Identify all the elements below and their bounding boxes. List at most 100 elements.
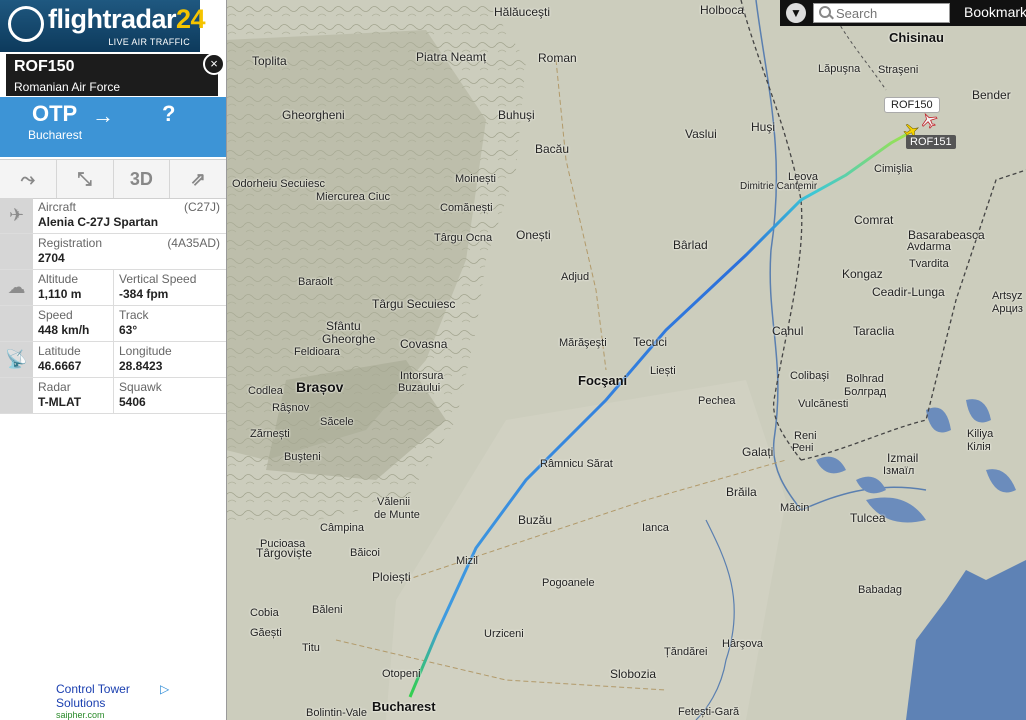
city-label: Toplita [252,54,287,68]
city-label: Lăpuşna [818,63,861,75]
city-label: Bârlad [673,238,708,252]
latitude-label: Latitude [38,344,81,358]
chevron-down-icon[interactable]: ▼ [786,3,806,23]
ad-url[interactable]: saipher.com [56,710,216,720]
ad-title-2[interactable]: Solutions [56,696,216,710]
city-label: Băleni [312,604,343,616]
city-label: Brăila [726,485,757,499]
registration-code: (4A35AD) [167,236,220,250]
share-icon[interactable]: ⇗ [170,160,226,198]
city-label: Bolintin-Vale [306,707,367,719]
longitude-label: Longitude [119,344,172,358]
city-label: de Munte [374,509,420,521]
city-label: Câmpina [320,522,365,534]
flight-tag-secondary[interactable]: ROF151 [906,135,956,149]
cloud-icon: ☁ [0,270,33,305]
city-label: Vălenii [377,496,411,508]
city-label: Săcele [320,416,354,428]
collapse-icon[interactable]: ⤡ [57,160,114,198]
city-label: Comrat [854,213,894,227]
ad-choices-icon[interactable]: ▷ [160,682,169,696]
city-label: Feldioara [294,346,340,358]
city-label: Sfântu [326,319,361,333]
flight-tag-primary[interactable]: ROF150 [884,97,940,113]
sidebar: flightradar24 LIVE AIR TRAFFIC ROF150 Ro… [0,0,227,720]
city-label: Băicoi [350,547,380,559]
city-label: Zărnești [250,428,290,440]
three-d-button[interactable]: 3D [114,160,171,198]
registration-value: 2704 [38,251,65,265]
city-label: Babadag [858,584,903,596]
longitude-value: 28.8423 [119,359,163,373]
city-label: Odorheiu Secuiesc [232,178,325,190]
route-panel: OTP Bucharest → ? [0,97,226,157]
city-label: Focşani [578,373,628,388]
route-icon[interactable]: ⤳ [0,160,57,198]
gutter [0,234,33,269]
city-label: Ceadir-Lunga [872,285,945,299]
search-input[interactable] [813,3,950,23]
city-label: Comănești [440,202,493,214]
city-label: Buhuşi [498,108,535,122]
aircraft-label: Aircraft [38,200,77,214]
origin-city: Bucharest [28,128,83,142]
city-label: Bender [972,88,1011,102]
city-label: Buzău [518,513,553,527]
city-label: Artsyz [992,290,1023,302]
city-label: Izmail [887,451,919,465]
radar-label: Radar [38,380,71,394]
city-label: Buşteni [284,451,321,463]
city-label: Straşeni [878,64,919,76]
city-label: Cahul [772,324,804,338]
city-label: Piatra Neamț [416,50,487,64]
map-view[interactable]: ROF150 ROF151 Hălăuceşti Holboca Chisina… [226,0,1026,720]
speed-label: Speed [38,308,73,322]
city-label: Avdarma [907,241,951,253]
bookmarks-link[interactable]: Bookmark [964,4,1026,20]
city-label: Mizil [456,555,478,567]
city-label: Galați [742,445,774,459]
city-label: Taraclia [853,324,895,338]
ad-title[interactable]: Control Tower [56,682,216,696]
vertical-speed-value: -384 fpm [119,287,169,301]
city-label: Huşi [751,120,776,134]
city-label: Titu [302,642,320,654]
city-label: Măcin [780,502,810,514]
aircraft-icon: ✈ [0,198,33,233]
track-value: 63° [119,323,138,337]
aircraft-value: Alenia C-27J Spartan [38,215,159,229]
origin-code: OTP [32,101,78,126]
city-label: Tulcea [850,511,886,525]
aircraft-code: (C27J) [183,200,220,214]
city-label: Târgoviște [256,546,313,560]
city-label: Pechea [698,395,736,407]
city-label: Buzaului [398,382,441,394]
city-label: Covasna [400,337,448,351]
route-arrow-icon: → [92,103,114,128]
gutter [0,306,33,341]
city-label: Urziceni [484,628,524,640]
city-label: Basarabeasca [908,228,985,242]
city-label: Reni [794,430,817,442]
brand-title: flightradar24 [48,4,206,34]
speed-value: 448 km/h [38,323,90,337]
city-label: Kongaz [842,267,883,281]
city-label: Baraolt [298,276,333,288]
city-label: Vaslui [685,127,717,141]
close-icon[interactable]: × [203,53,225,75]
city-label: Găești [250,627,282,639]
city-label: Liești [650,365,676,377]
city-label: Fetești-Gară [678,706,740,718]
city-label: Târgu Ocna [434,232,493,244]
city-label: Țăndărei [664,646,708,658]
city-label: Bolhrad [846,373,884,385]
city-label: Colibaşi [790,370,830,382]
app-logo[interactable]: flightradar24 LIVE AIR TRAFFIC [0,0,206,52]
city-label: Râşnov [272,402,310,414]
city-label: Slobozia [610,667,657,681]
vertical-speed-label: Vertical Speed [119,272,197,286]
city-label: Pogoanele [542,577,595,589]
city-label: Mărăşeşti [559,337,607,349]
city-label: Gheorghe [322,332,376,346]
ad-banner[interactable]: Control Tower Solutions saipher.com ▷ [56,682,216,720]
